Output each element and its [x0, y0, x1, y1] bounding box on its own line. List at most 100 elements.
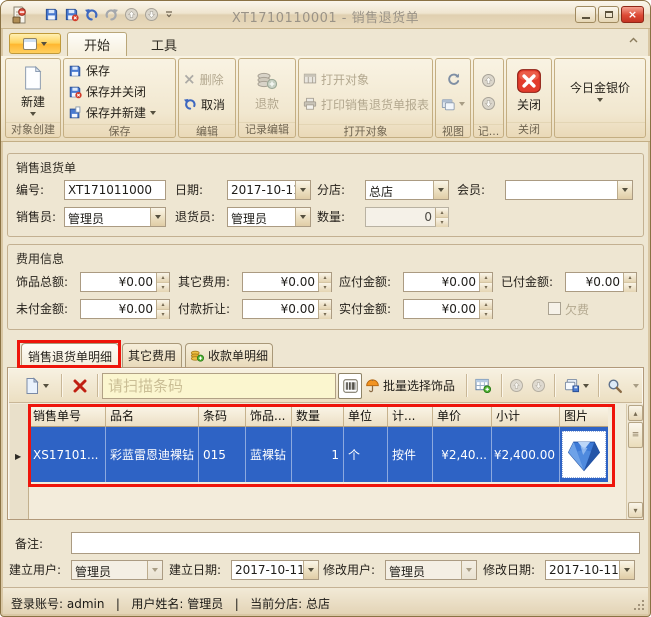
spinner-buttons[interactable]: ▴▾ [318, 273, 331, 291]
returner-combobox[interactable]: 管理员 [227, 207, 311, 227]
view-layout-button[interactable] [441, 95, 465, 114]
app-menu-button[interactable] [9, 33, 61, 54]
tab-receipt-detail[interactable]: 收款单明细 [185, 343, 273, 367]
combo-arrow-icon [147, 561, 162, 579]
fee-total-spinner[interactable]: ¥0.00 ▴▾ [80, 272, 170, 292]
remark-input[interactable] [71, 532, 640, 554]
move-up-button[interactable] [506, 373, 526, 398]
toolbar-overflow-icon[interactable] [630, 373, 642, 398]
open-object-button[interactable]: 打开对象 [303, 70, 432, 89]
spinner-buttons[interactable]: ▴▾ [479, 300, 492, 318]
close-window-button[interactable]: × [621, 6, 644, 23]
new-page-icon [22, 65, 44, 91]
spinner-buttons[interactable]: ▴▾ [156, 300, 169, 318]
fee-unpaid-label: 未付金额: [16, 299, 68, 319]
record-next-button[interactable] [481, 96, 496, 111]
seller-combobox[interactable]: 管理员 [64, 207, 166, 227]
tab-other-fee[interactable]: 其它费用 [122, 343, 182, 367]
title-bar[interactable]: XT1710110001 - 销售退货单 × [1, 1, 650, 29]
table-row[interactable]: XS17101... 彩蓝雷恩迪裸钻 015 蓝裸钻 1 个 按件 ¥2,40.… [29, 427, 608, 482]
minimize-button[interactable] [575, 6, 596, 23]
combo-arrow-icon[interactable] [433, 181, 448, 199]
branch-combobox[interactable]: 总店 [365, 180, 449, 200]
column-header[interactable]: 图片 [560, 404, 608, 427]
fee-payable-spinner[interactable]: ¥0.00 ▴▾ [403, 272, 493, 292]
column-header[interactable]: 条码 [199, 404, 246, 427]
tab-return-detail[interactable]: 销售退货单明细 [21, 343, 119, 368]
cell-image [560, 427, 608, 482]
save-new-button[interactable]: 保存并新建 [68, 103, 175, 122]
arrears-checkbox[interactable] [548, 302, 561, 315]
spinner-buttons[interactable]: ▴▾ [479, 273, 492, 291]
printer-icon [303, 97, 317, 111]
tab-tools[interactable]: 工具 [135, 32, 193, 56]
created-on-combobox[interactable]: 2017-10-11 [231, 560, 319, 580]
date-combobox[interactable]: 2017-10-11 [227, 180, 311, 200]
ribbon-collapse-icon[interactable] [629, 37, 638, 43]
created-by-combobox[interactable]: 管理员 [71, 560, 163, 580]
column-header[interactable]: 数量 [292, 404, 344, 427]
search-button[interactable] [603, 373, 627, 398]
combo-arrow-icon[interactable] [619, 561, 634, 579]
add-row-button[interactable] [17, 373, 55, 398]
batch-select-button[interactable]: 批量选择饰品 [365, 373, 463, 398]
resize-grip[interactable] [642, 608, 644, 610]
returner-label: 退货员: [175, 207, 215, 227]
save-close-button[interactable]: 保存并关闭 [68, 82, 175, 101]
combo-arrow-icon[interactable] [303, 561, 318, 579]
refund-button[interactable]: 退款 [241, 61, 293, 120]
cancel-button[interactable]: 取消 [183, 95, 235, 114]
seller-label: 销售员: [16, 207, 56, 227]
grid-vertical-scrollbar[interactable]: ▴ ≡ ▾ [626, 404, 643, 519]
column-header[interactable]: 单位 [344, 404, 388, 427]
member-combobox[interactable] [505, 180, 633, 200]
group-caption: 视图 [436, 124, 470, 137]
select-items-button[interactable] [471, 373, 495, 398]
combo-arrow-icon[interactable] [295, 181, 310, 199]
move-down-button[interactable] [528, 373, 548, 398]
modified-by-label: 修改用户: [323, 560, 375, 580]
spinner-buttons[interactable]: ▴▾ [318, 300, 331, 318]
delete-row-button[interactable] [67, 373, 93, 398]
spinner-buttons[interactable]: ▴▾ [156, 273, 169, 291]
fee-other-spinner[interactable]: ¥0.00 ▴▾ [242, 272, 332, 292]
modified-by-combobox[interactable]: 管理员 [385, 560, 477, 580]
scroll-down-icon[interactable]: ▾ [628, 502, 643, 518]
fee-discount-spinner[interactable]: ¥0.00 ▴▾ [242, 299, 332, 319]
column-header[interactable]: 小计 [492, 404, 560, 427]
column-header[interactable]: 单价 [433, 404, 492, 427]
new-button[interactable]: 新建 [8, 61, 58, 120]
column-header[interactable]: 品名 [106, 404, 199, 427]
record-prev-button[interactable] [481, 73, 496, 88]
grid-row-header-column[interactable]: ▶ [10, 404, 29, 519]
fee-actual-spinner[interactable]: ¥0.00 ▴▾ [403, 299, 493, 319]
gold-price-button[interactable]: 今日金银价 [557, 61, 643, 120]
undo-icon [183, 97, 197, 111]
qty-spinner[interactable]: 0 ▴▾ [365, 207, 449, 227]
group-close: 关闭 关闭 [506, 58, 552, 138]
fee-unpaid-spinner[interactable]: ¥0.00 ▴▾ [80, 299, 170, 319]
barcode-scan-button[interactable] [338, 373, 362, 399]
close-button[interactable]: 关闭 [509, 61, 549, 120]
combo-arrow-icon[interactable] [295, 208, 310, 226]
fee-paid-spinner[interactable]: ¥0.00 ▴▾ [565, 272, 637, 292]
column-header[interactable]: 计... [388, 404, 433, 427]
spinner-buttons[interactable]: ▴▾ [435, 208, 448, 226]
barcode-input[interactable] [102, 373, 336, 399]
scroll-thumb[interactable]: ≡ [628, 422, 643, 448]
save-button[interactable]: 保存 [68, 61, 175, 80]
combo-arrow-icon[interactable] [617, 181, 632, 199]
delete-button[interactable]: × 删除 [183, 70, 235, 89]
modified-on-combobox[interactable]: 2017-10-11 [545, 560, 635, 580]
column-header[interactable]: 饰品... [246, 404, 292, 427]
export-button[interactable] [559, 373, 593, 398]
order-no-input[interactable] [64, 180, 166, 200]
spinner-buttons[interactable]: ▴▾ [623, 273, 636, 291]
combo-arrow-icon[interactable] [150, 208, 165, 226]
print-report-button[interactable]: 打印销售退货单报表 [303, 95, 432, 114]
column-header[interactable]: 销售单号 [29, 404, 106, 427]
scroll-up-icon[interactable]: ▴ [628, 405, 643, 421]
maximize-button[interactable] [598, 6, 619, 23]
tab-start[interactable]: 开始 [67, 32, 127, 56]
refresh-button[interactable] [446, 70, 461, 89]
